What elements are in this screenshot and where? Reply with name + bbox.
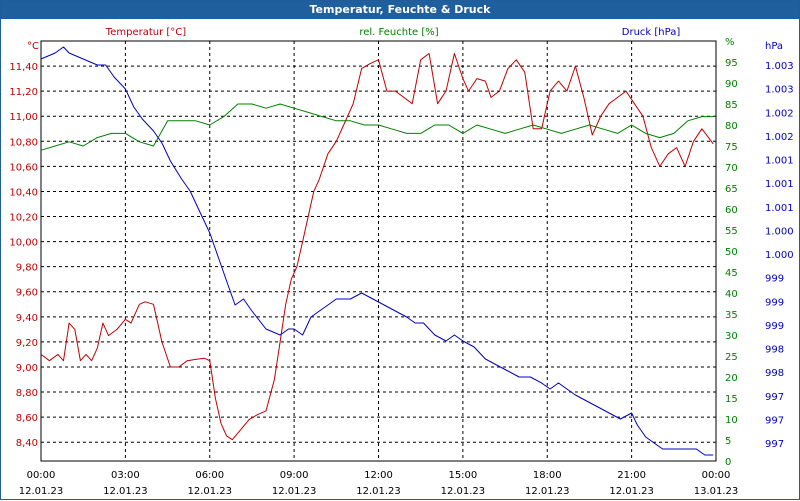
humidity-tick-label: 0 — [725, 457, 731, 468]
temperature-tick-label: 8,40 — [16, 438, 38, 449]
temperature-tick-label: 11,00 — [9, 112, 38, 123]
humidity-axis-label: rel. Feuchte [%] — [359, 27, 438, 38]
x-tick-date-label: 12.01.23 — [609, 486, 654, 497]
humidity-tick-label: 35 — [725, 310, 738, 321]
x-tick-date-label: 12.01.23 — [272, 486, 317, 497]
x-tick-date-label: 12.01.23 — [441, 486, 486, 497]
humidity-tick-label: 50 — [725, 247, 738, 258]
pressure-tick-label: 1.002 — [765, 108, 794, 119]
pressure-tick-label: 1.003 — [765, 85, 794, 96]
x-tick-time-label: 18:00 — [533, 470, 562, 481]
x-tick-time-label: 00:00 — [27, 470, 56, 481]
chart-window: Temperatur, Feuchte & Druck 8,40 8,60 8,80… — [0, 0, 800, 500]
pressure-tick-label: 999 — [765, 321, 784, 332]
humidity-tick-label: 70 — [725, 163, 738, 174]
x-tick-date-label: 12.01.23 — [103, 486, 148, 497]
humidity-tick-label: 80 — [725, 121, 738, 132]
temperature-tick-label: 9,20 — [16, 338, 38, 349]
x-tick-date-label: 12.01.23 — [19, 486, 64, 497]
x-tick-time-label: 06:00 — [195, 470, 224, 481]
pressure-tick-label: 1.000 — [765, 250, 794, 261]
temperature-tick-label: 8,80 — [16, 388, 38, 399]
humidity-tick-label: % — [725, 37, 735, 48]
pressure-tick-label: 999 — [765, 274, 784, 285]
temperature-tick-label: 9,80 — [16, 263, 38, 274]
temperature-tick-label: 10,40 — [9, 187, 38, 198]
pressure-tick-label: 997 — [765, 392, 784, 403]
temperature-tick-label: 10,00 — [9, 238, 38, 249]
x-tick-time-label: 09:00 — [280, 470, 309, 481]
x-tick-date-label: 12.01.23 — [525, 486, 570, 497]
x-tick-time-label: 21:00 — [617, 470, 646, 481]
temperature-tick-label: 8,60 — [16, 413, 38, 424]
pressure-tick-label: 1.001 — [765, 203, 794, 214]
pressure-tick-label: 998 — [765, 368, 784, 379]
pressure-tick-label: 998 — [765, 345, 784, 356]
x-tick-time-label: 00:00 — [702, 470, 731, 481]
temperature-line — [40, 53, 714, 441]
pressure-tick-label: 1.002 — [765, 132, 794, 143]
humidity-tick-label: 5 — [725, 436, 731, 447]
temperature-tick-label: 10,80 — [9, 137, 38, 148]
humidity-tick-label: 15 — [725, 394, 738, 405]
temperature-axis-label: Temperatur [°C] — [105, 27, 186, 38]
x-tick-date-label: 13.01.23 — [694, 486, 739, 497]
pressure-unit-label: hPa — [765, 41, 783, 52]
temperature-tick-label: 10,20 — [9, 213, 38, 224]
pressure-tick-label: 1.001 — [765, 179, 794, 190]
pressure-tick-label: 1.000 — [765, 226, 794, 237]
humidity-line — [40, 103, 714, 151]
temperature-tick-label: 11,20 — [9, 87, 38, 98]
pressure-line — [40, 46, 714, 456]
humidity-tick-label: 95 — [725, 58, 738, 69]
pressure-tick-label: 1.003 — [765, 61, 794, 72]
humidity-tick-label: 75 — [725, 142, 738, 153]
x-tick-time-label: 15:00 — [448, 470, 477, 481]
humidity-tick-label: 85 — [725, 100, 738, 111]
humidity-tick-label: 10 — [725, 415, 738, 426]
temperature-tick-label: 11,40 — [9, 62, 38, 73]
pressure-tick-label: 1.001 — [765, 156, 794, 167]
x-tick-time-label: 12:00 — [364, 470, 393, 481]
humidity-tick-label: 60 — [725, 205, 738, 216]
temperature-tick-label: 9,00 — [16, 363, 38, 374]
humidity-tick-label: 30 — [725, 331, 738, 342]
temperature-tick-label: 10,60 — [9, 162, 38, 173]
x-tick-date-label: 12.01.23 — [187, 486, 232, 497]
humidity-tick-label: 40 — [725, 289, 738, 300]
humidity-tick-label: 45 — [725, 268, 738, 279]
temperature-tick-label: 9,60 — [16, 288, 38, 299]
humidity-tick-label: 20 — [725, 373, 738, 384]
humidity-tick-label: 25 — [725, 352, 738, 363]
temperature-tick-label: 9,40 — [16, 313, 38, 324]
pressure-tick-label: 999 — [765, 297, 784, 308]
temperature-unit-label: °C — [27, 41, 39, 52]
humidity-tick-label: 90 — [725, 79, 738, 90]
pressure-tick-label: 997 — [765, 415, 784, 426]
x-tick-time-label: 03:00 — [111, 470, 140, 481]
pressure-axis-label: Druck [hPa] — [622, 27, 681, 38]
x-tick-date-label: 12.01.23 — [356, 486, 401, 497]
humidity-tick-label: 55 — [725, 226, 738, 237]
humidity-tick-label: 65 — [725, 184, 738, 195]
chart-canvas: 8,40 8,60 8,80 9,00 9,20 9,40 9,60 9,80 10,00 10,… — [9, 27, 794, 497]
pressure-tick-label: 997 — [765, 439, 784, 450]
